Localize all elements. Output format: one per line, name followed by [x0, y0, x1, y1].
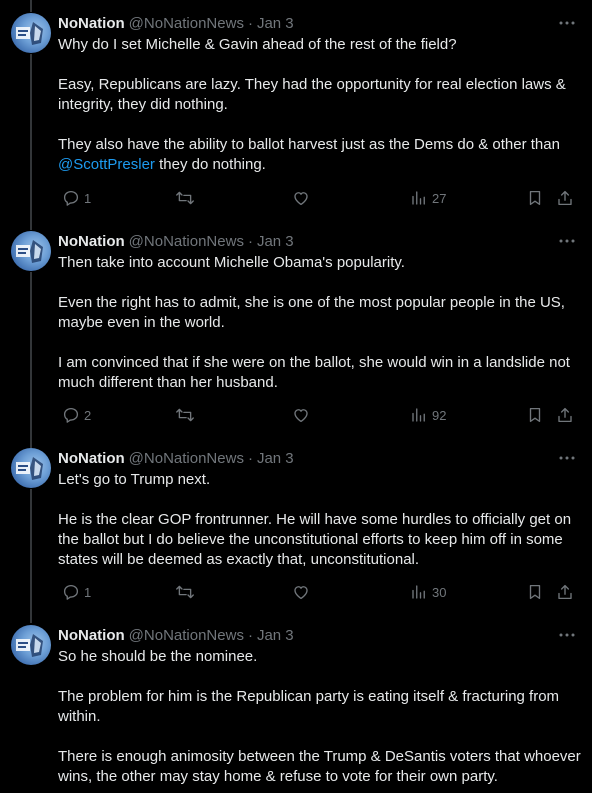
tweet-paragraph: Let's go to Trump next.: [58, 471, 211, 488]
reply-icon: [63, 584, 79, 600]
retweet-button[interactable]: [175, 188, 199, 208]
more-icon: [559, 633, 575, 637]
like-icon: [294, 586, 308, 600]
reply-button[interactable]: 1: [62, 582, 91, 602]
share-button[interactable]: [556, 582, 574, 602]
share-icon: [558, 190, 572, 206]
separator: ·: [247, 449, 253, 467]
reply-count: 1: [84, 584, 92, 600]
views-count: 30: [432, 584, 447, 600]
thread-line: [30, 54, 32, 230]
tweet-text: Let's go to Trump next. He is the clear …: [58, 470, 582, 570]
retweet-button[interactable]: [175, 582, 199, 602]
more-button[interactable]: [558, 13, 576, 33]
views-count: 27: [432, 190, 447, 206]
tweet-paragraph: They also have the ability to ballot har…: [58, 135, 582, 175]
avatar[interactable]: [11, 448, 51, 488]
author-handle[interactable]: @NoNationNews: [129, 450, 244, 467]
thread-line: [30, 489, 32, 623]
bookmark-button[interactable]: [526, 188, 544, 208]
tweet-paragraph: Then take into account Michelle Obama's …: [58, 254, 405, 271]
more-icon: [559, 456, 575, 460]
author-name[interactable]: NoNation: [58, 627, 125, 644]
like-button[interactable]: [292, 188, 314, 208]
share-icon: [558, 407, 572, 423]
author-name[interactable]: NoNation: [58, 450, 125, 467]
share-icon: [558, 584, 572, 600]
retweet-icon: [176, 408, 194, 422]
tweet-text: So he should be the nominee. The problem…: [58, 647, 582, 787]
like-icon: [294, 192, 308, 206]
tweet-header: NoNation @NoNationNews · Jan 3: [58, 625, 294, 645]
separator: ·: [247, 14, 253, 32]
like-button[interactable]: [292, 405, 314, 425]
more-button[interactable]: [558, 231, 576, 251]
bookmark-button[interactable]: [526, 582, 544, 602]
retweet-icon: [176, 191, 194, 205]
tweet-date[interactable]: Jan 3: [257, 233, 294, 250]
tweet-paragraph: He is the clear GOP frontrunner. He will…: [58, 511, 572, 568]
author-handle[interactable]: @NoNationNews: [129, 627, 244, 644]
author-handle[interactable]: @NoNationNews: [129, 15, 244, 32]
bookmark-icon: [529, 407, 541, 423]
more-button[interactable]: [558, 625, 576, 645]
reply-count: 1: [84, 190, 92, 206]
views-button[interactable]: 30: [410, 582, 446, 602]
tweet-paragraph: So he should be the nominee.: [58, 648, 258, 665]
like-button[interactable]: [292, 582, 314, 602]
mention-link[interactable]: @ScottPresler: [58, 156, 155, 173]
more-icon: [559, 21, 575, 25]
tweet-paragraph: Even the right has to admit, she is one …: [58, 294, 565, 331]
views-icon: [412, 191, 425, 205]
bookmark-icon: [529, 190, 541, 206]
views-count: 92: [432, 407, 447, 423]
separator: ·: [247, 232, 253, 250]
tweet-paragraph: The problem for him is the Republican pa…: [58, 688, 560, 725]
author-name[interactable]: NoNation: [58, 233, 125, 250]
tweet-header: NoNation @NoNationNews · Jan 3: [58, 448, 294, 468]
bookmark-button[interactable]: [526, 405, 544, 425]
tweet-paragraph: I am convinced that if she were on the b…: [58, 354, 570, 391]
retweet-icon: [176, 585, 194, 599]
action-bar: 2 92: [58, 405, 578, 425]
views-button[interactable]: 27: [410, 188, 446, 208]
tweet-paragraph: Easy, Republicans are lazy. They had the…: [58, 76, 566, 113]
avatar[interactable]: [11, 231, 51, 271]
reply-icon: [63, 407, 79, 423]
reply-button[interactable]: 2: [62, 405, 91, 425]
reply-button[interactable]: 1: [62, 188, 91, 208]
bookmark-icon: [529, 584, 541, 600]
author-handle[interactable]: @NoNationNews: [129, 233, 244, 250]
avatar[interactable]: [11, 625, 51, 665]
action-bar: 1 27: [58, 188, 578, 208]
tweet-header: NoNation @NoNationNews · Jan 3: [58, 13, 294, 33]
reply-icon: [63, 190, 79, 206]
views-button[interactable]: 92: [410, 405, 446, 425]
retweet-button[interactable]: [175, 405, 199, 425]
more-icon: [559, 239, 575, 243]
more-button[interactable]: [558, 448, 576, 468]
tweet-paragraph: Why do I set Michelle & Gavin ahead of t…: [58, 36, 457, 53]
share-button[interactable]: [556, 188, 574, 208]
tweet-paragraph: There is enough animosity between the Tr…: [58, 748, 581, 785]
tweet-date[interactable]: Jan 3: [257, 627, 294, 644]
tweet-text-segment: they do nothing.: [154, 156, 266, 173]
thread-line: [30, 0, 32, 12]
tweet-header: NoNation @NoNationNews · Jan 3: [58, 231, 294, 251]
author-name[interactable]: NoNation: [58, 15, 125, 32]
thread-line: [30, 272, 32, 448]
views-icon: [412, 585, 425, 599]
action-bar: 1 30: [58, 582, 578, 602]
tweet-date[interactable]: Jan 3: [257, 450, 294, 467]
separator: ·: [247, 626, 253, 644]
tweet-text: Then take into account Michelle Obama's …: [58, 253, 582, 393]
reply-count: 2: [84, 407, 92, 423]
tweet-date[interactable]: Jan 3: [257, 15, 294, 32]
like-icon: [294, 409, 308, 423]
share-button[interactable]: [556, 405, 574, 425]
tweet-text: Why do I set Michelle & Gavin ahead of t…: [58, 35, 582, 175]
avatar[interactable]: [11, 13, 51, 53]
tweet-text-segment: They also have the ability to ballot har…: [58, 136, 560, 153]
views-icon: [412, 408, 425, 422]
